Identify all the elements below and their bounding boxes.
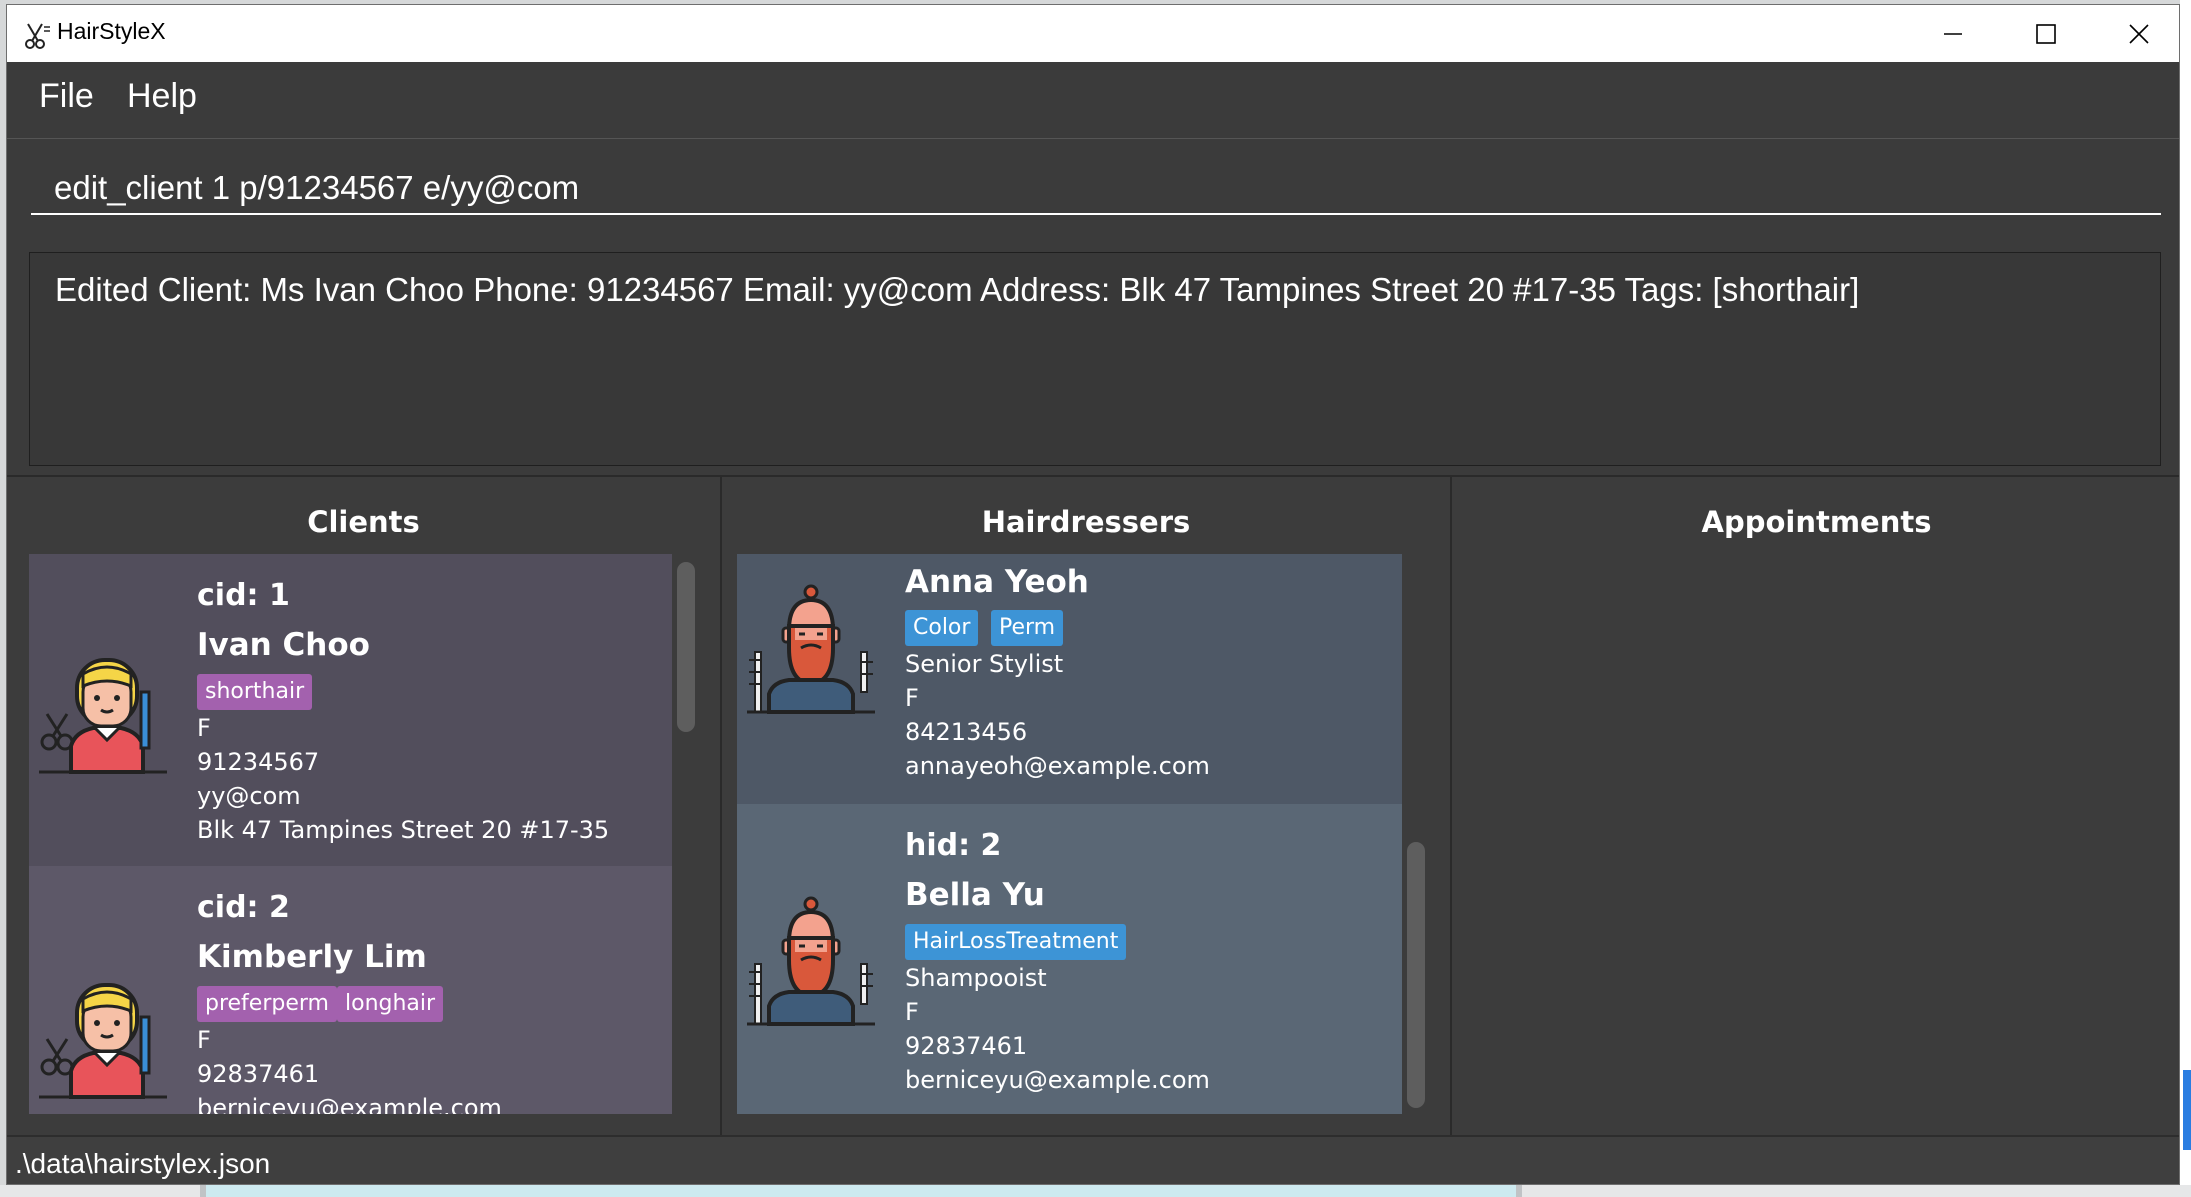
- background-accent: [2183, 1070, 2191, 1150]
- result-display: Edited Client: Ms Ivan Choo Phone: 91234…: [29, 252, 2161, 466]
- clients-panel-title: Clients: [307, 505, 420, 539]
- bearded-man-barber-icon: [747, 896, 875, 1026]
- client-email: yy@com: [197, 782, 301, 810]
- hairdresser-phone: 84213456: [905, 718, 1028, 746]
- hairdresser-name: Anna Yeoh: [905, 564, 1089, 600]
- woman-hairdresser-icon: [39, 983, 167, 1099]
- hairdresser-list-scrollbar[interactable]: [1407, 842, 1425, 1108]
- command-box: edit_client 1 p/91234567 e/yy@com: [7, 138, 2179, 243]
- hairdresser-title: Senior Stylist: [905, 650, 1064, 678]
- client-phone: 92837461: [197, 1060, 320, 1088]
- data-file-path: .\data\hairstylex.json: [15, 1148, 271, 1179]
- menu-help[interactable]: Help: [127, 77, 197, 116]
- client-phone: 91234567: [197, 748, 320, 776]
- client-name: Kimberly Lim: [197, 939, 427, 975]
- column-divider: [720, 477, 722, 1137]
- status-bar: .\data\hairstylex.json: [7, 1135, 2179, 1184]
- title-bar: HairStyleX: [7, 5, 2179, 62]
- hairdresser-list[interactable]: Anna Yeoh Color Perm Senior Stylist F 84…: [737, 554, 1402, 1114]
- hairdresser-name: Bella Yu: [905, 877, 1045, 913]
- background-taskbar-edge: [0, 1185, 2191, 1197]
- background-bar: [200, 1185, 1522, 1197]
- appointment-list[interactable]: [1467, 554, 2167, 1114]
- result-pane: Edited Client: Ms Ivan Choo Phone: 91234…: [7, 242, 2179, 475]
- background-window-edge: [2180, 0, 2191, 1197]
- hairdresser-email: annayeoh@example.com: [905, 752, 1210, 780]
- appointments-panel-title: Appointments: [1701, 505, 1932, 539]
- lists-area: Clients Hairdressers Appointments cid: 1…: [7, 475, 2179, 1137]
- command-input[interactable]: edit_client 1 p/91234567 e/yy@com: [31, 161, 2161, 215]
- client-id: cid: 2: [197, 890, 290, 925]
- hairdresser-tag: Color: [905, 610, 979, 646]
- close-button[interactable]: [2093, 5, 2179, 62]
- client-name: Ivan Choo: [197, 627, 370, 663]
- column-divider: [1450, 477, 1452, 1137]
- client-tag: shorthair: [197, 674, 313, 710]
- menu-file[interactable]: File: [39, 77, 94, 116]
- client-list[interactable]: cid: 1 Ivan Choo shorthair F 91234567 yy…: [29, 554, 672, 1114]
- hairdresser-gender: F: [905, 998, 919, 1026]
- maximize-button[interactable]: [2000, 5, 2092, 62]
- hairdresser-card[interactable]: Anna Yeoh Color Perm Senior Stylist F 84…: [737, 554, 1402, 804]
- scissors-comb-icon: [25, 23, 50, 49]
- hairdresser-tag: HairLossTreatment: [905, 924, 1127, 960]
- minimize-button[interactable]: [1907, 5, 1999, 62]
- hairdresser-phone: 92837461: [905, 1032, 1028, 1060]
- hairdresser-gender: F: [905, 684, 919, 712]
- client-tag: longhair: [337, 986, 444, 1022]
- hairdresser-title: Shampooist: [905, 964, 1047, 992]
- app-window: HairStyleX File Help edit_client 1 p/912…: [6, 4, 2180, 1185]
- hairdressers-panel-title: Hairdressers: [981, 505, 1191, 539]
- bearded-man-barber-icon: [747, 584, 875, 714]
- client-list-scrollbar[interactable]: [677, 562, 695, 732]
- menu-bar: File Help: [7, 62, 2179, 138]
- client-email: berniceyu@example.com: [197, 1094, 502, 1114]
- minimize-icon: [1944, 32, 1962, 35]
- client-address: Blk 47 Tampines Street 20 #17-35: [197, 816, 610, 844]
- maximize-icon: [2036, 23, 2056, 44]
- hairdresser-tag: Perm: [991, 610, 1064, 646]
- client-id: cid: 1: [197, 578, 290, 613]
- hairdresser-id: hid: 2: [905, 828, 1002, 863]
- client-card[interactable]: cid: 2 Kimberly Lim preferperm longhair …: [29, 866, 672, 1114]
- hairdresser-card[interactable]: hid: 2 Bella Yu HairLossTreatment Shampo…: [737, 804, 1402, 1114]
- client-tag: preferperm: [197, 986, 337, 1022]
- close-icon: [2129, 23, 2149, 44]
- client-card[interactable]: cid: 1 Ivan Choo shorthair F 91234567 yy…: [29, 554, 672, 866]
- window-title: HairStyleX: [57, 18, 166, 44]
- client-gender: F: [197, 714, 211, 742]
- client-gender: F: [197, 1026, 211, 1054]
- woman-hairdresser-icon: [39, 658, 167, 774]
- hairdresser-email: berniceyu@example.com: [905, 1066, 1210, 1094]
